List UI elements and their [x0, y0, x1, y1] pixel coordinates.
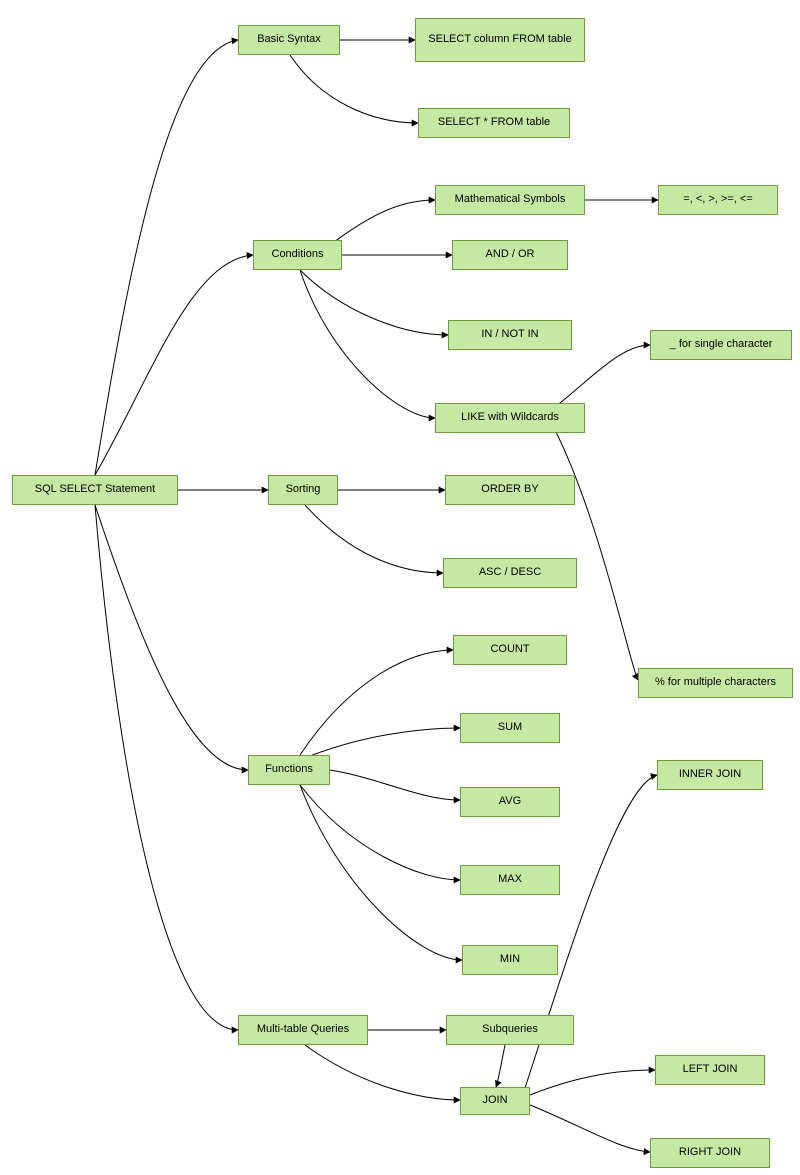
node-underscore: _ for single character — [650, 330, 792, 360]
node-sorting: Sorting — [268, 475, 338, 505]
node-max: MAX — [460, 865, 560, 895]
node-avg: AVG — [460, 787, 560, 817]
node-count: COUNT — [453, 635, 567, 665]
node-root: SQL SELECT Statement — [12, 475, 178, 505]
node-left-join: LEFT JOIN — [655, 1055, 765, 1085]
node-compare-ops: =, <, >, >=, <= — [658, 185, 778, 215]
node-inner-join: INNER JOIN — [657, 760, 763, 790]
node-percent: % for multiple characters — [638, 668, 793, 698]
node-functions: Functions — [248, 755, 330, 785]
node-like: LIKE with Wildcards — [435, 403, 585, 433]
node-orderby: ORDER BY — [445, 475, 575, 505]
node-asc-desc: ASC / DESC — [443, 558, 577, 588]
node-subqueries: Subqueries — [446, 1015, 574, 1045]
node-multitable: Multi-table Queries — [238, 1015, 368, 1045]
node-right-join: RIGHT JOIN — [650, 1138, 770, 1168]
node-in-notin: IN / NOT IN — [448, 320, 572, 350]
node-select-star: SELECT * FROM table — [418, 108, 570, 138]
node-math-symbols: Mathematical Symbols — [435, 185, 585, 215]
node-conditions: Conditions — [253, 240, 342, 270]
node-join: JOIN — [460, 1087, 530, 1115]
node-min: MIN — [462, 945, 558, 975]
node-basic-syntax: Basic Syntax — [238, 25, 340, 55]
node-sum: SUM — [460, 713, 560, 743]
node-and-or: AND / OR — [452, 240, 568, 270]
node-select-col: SELECT column FROM table — [415, 18, 585, 62]
